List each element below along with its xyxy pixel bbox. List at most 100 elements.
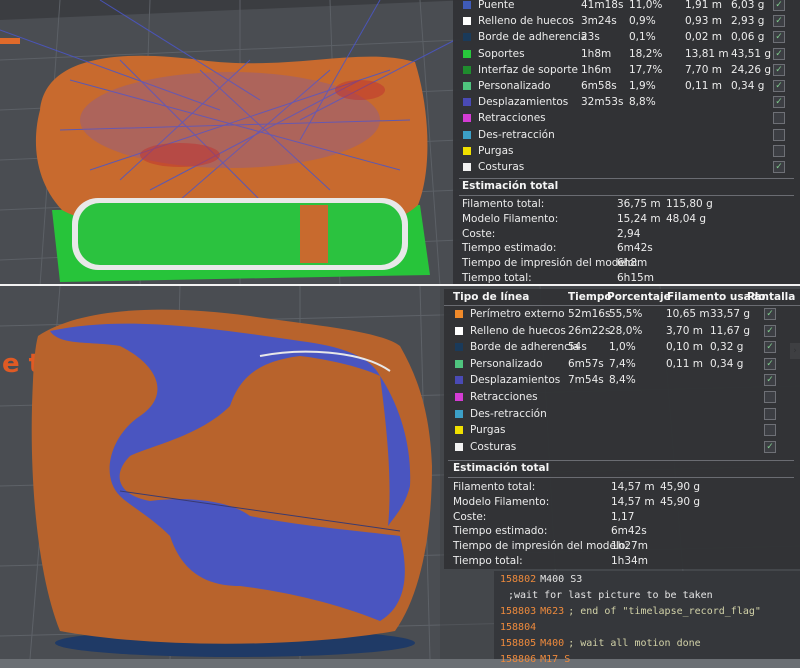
color-swatch bbox=[455, 359, 463, 368]
length-value: 1,91 m bbox=[685, 0, 722, 11]
estimate-value-1: 15,24 m bbox=[617, 212, 661, 225]
display-checkbox[interactable]: ✓ bbox=[773, 96, 785, 109]
time-value: 1h6m bbox=[581, 63, 612, 76]
estimate-label: Tiempo de impresión del modelo: bbox=[462, 257, 638, 270]
line-type-label: Perímetro externo bbox=[470, 308, 565, 320]
line-type-row: Interfaz de soporte 1h6m 17,7% 7,70 m 24,26 … bbox=[453, 62, 800, 78]
length-value: 7,70 m bbox=[685, 63, 722, 76]
display-checkbox[interactable] bbox=[773, 144, 785, 157]
estimate-label: Modelo Filamento: bbox=[462, 212, 559, 225]
weight-value: 33,57 g bbox=[710, 308, 751, 320]
line-type-label: Des-retracción bbox=[478, 128, 555, 141]
line-type-row: Personalizado 6m58s 1,9% 0,11 m 0,34 g ✓ bbox=[453, 78, 800, 94]
color-swatch bbox=[463, 98, 471, 107]
line-type-row: Personalizado 6m57s 7,4% 0,11 m 0,34 g ✓ bbox=[444, 356, 800, 372]
color-swatch bbox=[463, 163, 471, 171]
gcode-command: M400 S3 bbox=[540, 574, 583, 585]
display-checkbox[interactable]: ✓ bbox=[773, 47, 785, 60]
line-type-label: Retracciones bbox=[470, 391, 538, 403]
display-checkbox[interactable]: ✓ bbox=[764, 308, 776, 320]
display-checkbox[interactable]: ✓ bbox=[764, 341, 776, 354]
weight-value: 24,26 g bbox=[731, 63, 772, 76]
line-type-label: Costuras bbox=[478, 161, 525, 173]
line-type-row: Costuras ✓ bbox=[453, 159, 800, 175]
line-type-row: Relleno de huecos 3m24s 0,9% 0,93 m 2,93 g ✓ bbox=[453, 13, 800, 29]
estimate-value-2: 45,90 g bbox=[660, 481, 701, 493]
line-type-label: Relleno de huecos bbox=[478, 15, 574, 28]
percent-value: 0,9% bbox=[629, 15, 656, 28]
gcode-line[interactable]: 158803 M623; end of "timelapse_record_fla… bbox=[500, 604, 761, 620]
display-checkbox[interactable]: ✓ bbox=[764, 440, 776, 453]
line-type-label: Borde de adherencia bbox=[470, 341, 580, 354]
display-checkbox[interactable] bbox=[764, 391, 776, 403]
color-swatch bbox=[463, 17, 471, 26]
estimate-label: Filamento total: bbox=[453, 481, 536, 493]
display-checkbox[interactable] bbox=[773, 128, 785, 141]
display-checkbox[interactable] bbox=[764, 424, 776, 437]
estimate-value-1: 36,75 m bbox=[617, 198, 661, 210]
color-swatch bbox=[455, 343, 463, 352]
gcode-line-number: 158804 bbox=[500, 622, 537, 633]
color-swatch bbox=[455, 310, 463, 318]
gcode-line-number: 158803 bbox=[500, 606, 537, 617]
display-checkbox[interactable]: ✓ bbox=[773, 15, 785, 28]
time-value: 6m58s bbox=[581, 80, 617, 92]
estimate-value-1: 6m42s bbox=[617, 242, 653, 255]
weight-value: 0,06 g bbox=[731, 31, 765, 44]
estimate-row: Tiempo estimado: 6m42s bbox=[444, 523, 800, 539]
gcode-line[interactable]: 158804 bbox=[500, 620, 544, 636]
length-value: 13,81 m bbox=[685, 47, 729, 60]
length-value: 3,70 m bbox=[666, 324, 703, 337]
time-value: 7m54s bbox=[568, 374, 604, 387]
estimate-label: Tiempo total: bbox=[453, 555, 523, 567]
display-checkbox[interactable]: ✓ bbox=[773, 63, 785, 76]
line-type-row: Purgas bbox=[444, 422, 800, 438]
bottom-separator bbox=[448, 460, 794, 461]
gcode-line[interactable]: 158806 M17 S bbox=[500, 652, 574, 668]
estimate-row: Filamento total: 14,57 m 45,90 g bbox=[444, 479, 800, 495]
display-checkbox[interactable]: ✓ bbox=[773, 161, 785, 173]
percent-value: 1,9% bbox=[629, 80, 656, 92]
line-type-label: Relleno de huecos bbox=[470, 324, 566, 337]
length-value: 0,93 m bbox=[685, 15, 722, 28]
display-checkbox[interactable]: ✓ bbox=[764, 324, 776, 337]
estimate-label: Modelo Filamento: bbox=[453, 495, 550, 508]
estimate-row: Tiempo estimado: 6m42s bbox=[453, 240, 800, 256]
display-checkbox[interactable]: ✓ bbox=[773, 80, 785, 92]
color-swatch bbox=[463, 33, 471, 42]
top-estimate-title: Estimación total bbox=[462, 180, 559, 192]
display-checkbox[interactable]: ✓ bbox=[764, 357, 776, 370]
gcode-line[interactable]: 158802 M400 S3 bbox=[500, 572, 586, 588]
time-value: 3m24s bbox=[581, 15, 617, 28]
estimate-label: Tiempo estimado: bbox=[462, 242, 557, 255]
display-checkbox[interactable]: ✓ bbox=[773, 31, 785, 44]
percent-value: 55,5% bbox=[609, 308, 643, 320]
weight-value: 0,34 g bbox=[710, 357, 744, 370]
top-preview-viewport[interactable]: Puente 41m18s 11,0% 1,91 m 6,03 g ✓ Relleno de… bbox=[0, 0, 800, 286]
display-checkbox[interactable] bbox=[764, 407, 776, 420]
gcode-viewer[interactable]: 158802 M400 S3 ;wait for last picture to b… bbox=[494, 571, 800, 665]
estimate-row: Coste: 1,17 bbox=[444, 509, 800, 525]
gcode-line[interactable]: 158805 M400; wait all motion done bbox=[500, 636, 701, 652]
display-checkbox[interactable]: ✓ bbox=[773, 0, 785, 11]
line-type-label: Costuras bbox=[470, 440, 517, 453]
percent-value: 18,2% bbox=[629, 47, 663, 60]
time-value: 6m57s bbox=[568, 357, 604, 370]
gcode-line[interactable]: ;wait for last picture to be taken bbox=[500, 588, 713, 604]
col-header-time: Tiempo bbox=[568, 291, 612, 303]
line-type-row: Retracciones bbox=[444, 389, 800, 405]
estimate-value-2: 45,90 g bbox=[660, 495, 701, 508]
top-separator bbox=[459, 178, 794, 179]
line-type-label: Interfaz de soporte bbox=[478, 63, 578, 76]
weight-value: 6,03 g bbox=[731, 0, 765, 11]
color-swatch bbox=[463, 49, 471, 58]
line-type-label: Purgas bbox=[470, 424, 506, 437]
estimate-row: Modelo Filamento: 14,57 m 45,90 g bbox=[444, 494, 800, 510]
display-checkbox[interactable]: ✓ bbox=[764, 374, 776, 387]
line-type-label: Soportes bbox=[478, 47, 525, 60]
col-header-type: Tipo de línea bbox=[453, 291, 530, 303]
time-value: 52m16s bbox=[568, 308, 611, 320]
gcode-command: M400 bbox=[540, 638, 565, 649]
display-checkbox[interactable] bbox=[773, 112, 785, 125]
gcode-comment: ;wait for last picture to be taken bbox=[508, 590, 713, 601]
